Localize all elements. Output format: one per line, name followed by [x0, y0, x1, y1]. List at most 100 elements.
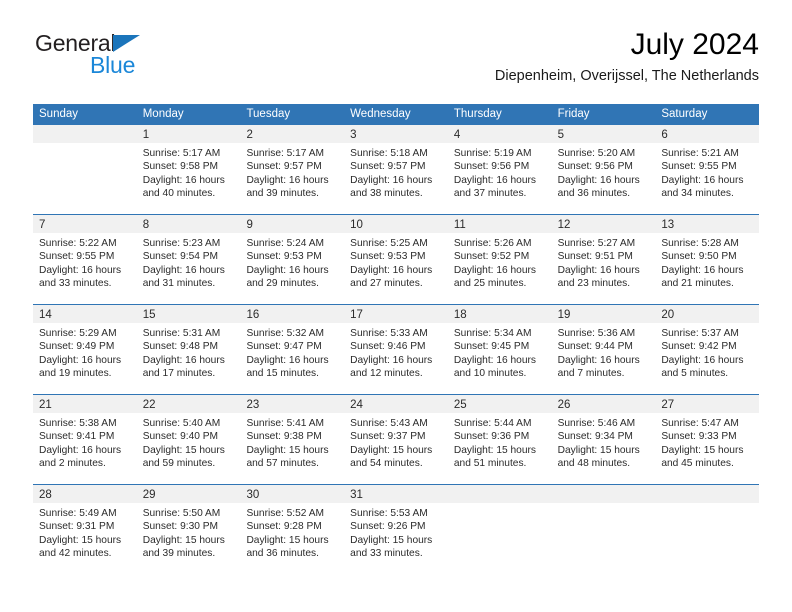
- day-number-band: 14: [33, 305, 137, 323]
- day-detail-line: and 7 minutes.: [557, 368, 625, 380]
- day-detail-line: and 54 minutes.: [350, 458, 423, 470]
- day-cell[interactable]: 25 Sunrise: 5:44 AM Sunset: 9:36 PM Dayligh…: [447, 395, 552, 484]
- day-detail-line: Sunset: 9:54 PM: [142, 251, 219, 263]
- day-cell[interactable]: 30 Sunrise: 5:52 AM Sunset: 9:28 PM Dayligh…: [240, 485, 345, 574]
- weekday-header-monday: Monday: [142, 108, 184, 120]
- day-detail-line: and 23 minutes.: [557, 278, 631, 290]
- day-number-band: 11: [447, 215, 552, 233]
- day-cell[interactable]: 18 Sunrise: 5:34 AM Sunset: 9:45 PM Dayligh…: [447, 305, 552, 394]
- day-cell[interactable]: 1 Sunrise: 5:17 AM Sunset: 9:58 PM Daylight…: [136, 125, 241, 214]
- day-detail-line: and 45 minutes.: [661, 458, 734, 470]
- day-cell[interactable]: 19 Sunrise: 5:36 AM Sunset: 9:44 PM Dayligh…: [551, 305, 656, 394]
- day-cell[interactable]: 20 Sunrise: 5:37 AM Sunset: 9:42 PM Dayligh…: [655, 305, 760, 394]
- day-cell[interactable]: 24 Sunrise: 5:43 AM Sunset: 9:37 PM Dayligh…: [344, 395, 448, 484]
- day-detail-line: and 19 minutes.: [39, 368, 112, 380]
- day-cell[interactable]: 4 Sunrise: 5:19 AM Sunset: 9:56 PM Daylight…: [447, 125, 552, 214]
- day-number: 17: [350, 309, 363, 321]
- day-detail-line: Daylight: 16 hours: [246, 264, 329, 276]
- day-details: Sunrise: 5:36 AM Sunset: 9:44 PM Daylight:…: [552, 323, 656, 381]
- day-number: 15: [142, 309, 156, 321]
- day-detail-line: and 59 minutes.: [142, 458, 216, 470]
- day-detail-line: Sunrise: 5:46 AM: [557, 418, 636, 429]
- day-cell[interactable]: 12 Sunrise: 5:27 AM Sunset: 9:51 PM Dayligh…: [551, 215, 656, 304]
- day-detail-line: and 17 minutes.: [142, 368, 216, 380]
- day-detail-line: Daylight: 16 hours: [557, 264, 640, 276]
- day-cell[interactable]: 9 Sunrise: 5:24 AM Sunset: 9:53 PM Daylight…: [240, 215, 345, 304]
- day-cell[interactable]: 7 Sunrise: 5:22 AM Sunset: 9:55 PM Daylight…: [33, 215, 137, 304]
- day-cell[interactable]: 13 Sunrise: 5:28 AM Sunset: 9:50 PM Dayligh…: [655, 215, 760, 304]
- day-details: Sunrise: 5:22 AM Sunset: 9:55 PM Daylight:…: [33, 233, 137, 291]
- day-detail-line: and 25 minutes.: [453, 278, 527, 290]
- day-cell[interactable]: 22 Sunrise: 5:40 AM Sunset: 9:40 PM Dayligh…: [136, 395, 241, 484]
- day-number: 14: [39, 309, 52, 321]
- day-detail-line: Sunrise: 5:31 AM: [142, 328, 221, 339]
- day-detail-line: Daylight: 16 hours: [246, 354, 329, 366]
- day-detail-line: and 31 minutes.: [142, 278, 216, 290]
- day-detail-line: Sunrise: 5:50 AM: [142, 508, 221, 519]
- day-number: 1: [142, 129, 150, 141]
- day-number-band: 19: [551, 305, 656, 323]
- day-cell[interactable]: 15 Sunrise: 5:31 AM Sunset: 9:48 PM Dayligh…: [136, 305, 241, 394]
- day-detail-line: Sunset: 9:45 PM: [453, 341, 530, 353]
- day-detail-line: and 27 minutes.: [350, 278, 423, 290]
- day-cell-empty: [33, 125, 137, 214]
- day-detail-line: and 2 minutes.: [39, 458, 106, 470]
- day-cell[interactable]: 21 Sunrise: 5:38 AM Sunset: 9:41 PM Dayligh…: [33, 395, 137, 484]
- day-number-band: 27: [655, 395, 760, 413]
- day-detail-line: Daylight: 16 hours: [661, 354, 744, 366]
- calendar-weeks: 1 Sunrise: 5:17 AM Sunset: 9:58 PM Daylight…: [33, 125, 760, 574]
- calendar-week-row: 21 Sunrise: 5:38 AM Sunset: 9:41 PM Dayligh…: [33, 394, 760, 484]
- calendar-grid: Sunday Monday Tuesday Wednesday Thursday Frid…: [33, 104, 760, 574]
- day-detail-line: Daylight: 15 hours: [246, 444, 329, 456]
- day-details: Sunrise: 5:31 AM Sunset: 9:48 PM Daylight:…: [137, 323, 241, 381]
- day-detail-line: Daylight: 16 hours: [453, 264, 536, 276]
- day-detail-line: Sunrise: 5:23 AM: [142, 238, 221, 249]
- day-detail-line: Sunset: 9:38 PM: [246, 431, 322, 443]
- day-number-band: [551, 485, 656, 503]
- day-cell[interactable]: 26 Sunrise: 5:46 AM Sunset: 9:34 PM Dayligh…: [551, 395, 656, 484]
- day-cell[interactable]: 6 Sunrise: 5:21 AM Sunset: 9:55 PM Daylight…: [655, 125, 760, 214]
- day-cell[interactable]: 10 Sunrise: 5:25 AM Sunset: 9:53 PM Dayligh…: [344, 215, 448, 304]
- day-cell[interactable]: 29 Sunrise: 5:50 AM Sunset: 9:30 PM Dayligh…: [136, 485, 241, 574]
- day-detail-line: and 34 minutes.: [661, 188, 734, 200]
- day-cell[interactable]: 27 Sunrise: 5:47 AM Sunset: 9:33 PM Dayligh…: [655, 395, 760, 484]
- day-cell[interactable]: 11 Sunrise: 5:26 AM Sunset: 9:52 PM Dayligh…: [447, 215, 552, 304]
- day-number-band: 2: [240, 125, 345, 143]
- day-cell[interactable]: 8 Sunrise: 5:23 AM Sunset: 9:54 PM Daylight…: [136, 215, 241, 304]
- day-details: Sunrise: 5:53 AM Sunset: 9:26 PM Daylight:…: [344, 503, 448, 561]
- day-details: Sunrise: 5:32 AM Sunset: 9:47 PM Daylight:…: [240, 323, 344, 381]
- day-cell[interactable]: 2 Sunrise: 5:17 AM Sunset: 9:57 PM Daylight…: [240, 125, 345, 214]
- day-detail-line: and 33 minutes.: [39, 278, 112, 290]
- weekday-header-row: Sunday Monday Tuesday Wednesday Thursday Frid…: [33, 104, 759, 125]
- day-number-band: 15: [136, 305, 241, 323]
- day-cell[interactable]: 23 Sunrise: 5:41 AM Sunset: 9:38 PM Dayligh…: [240, 395, 345, 484]
- day-cell[interactable]: 14 Sunrise: 5:29 AM Sunset: 9:49 PM Dayligh…: [33, 305, 137, 394]
- day-number-band: 30: [240, 485, 345, 503]
- day-number: 8: [142, 219, 150, 231]
- day-number: 30: [246, 489, 260, 501]
- day-cell[interactable]: 17 Sunrise: 5:33 AM Sunset: 9:46 PM Dayligh…: [344, 305, 448, 394]
- day-details: Sunrise: 5:50 AM Sunset: 9:30 PM Daylight:…: [137, 503, 241, 561]
- day-detail-line: and 36 minutes.: [246, 548, 319, 560]
- day-cell-empty: [551, 485, 656, 574]
- day-cell[interactable]: 16 Sunrise: 5:32 AM Sunset: 9:47 PM Dayligh…: [240, 305, 345, 394]
- day-detail-line: Sunrise: 5:41 AM: [246, 418, 325, 429]
- day-cell[interactable]: 28 Sunrise: 5:49 AM Sunset: 9:31 PM Dayligh…: [33, 485, 137, 574]
- day-detail-line: Daylight: 15 hours: [350, 444, 433, 456]
- day-cell[interactable]: 31 Sunrise: 5:53 AM Sunset: 9:26 PM Dayligh…: [344, 485, 448, 574]
- day-number: 20: [661, 309, 675, 321]
- day-detail-line: Daylight: 15 hours: [39, 534, 122, 546]
- page-subtitle: Diepenheim, Overijssel, The Netherlands: [494, 67, 759, 84]
- day-cell[interactable]: 3 Sunrise: 5:18 AM Sunset: 9:57 PM Daylight…: [344, 125, 448, 214]
- day-detail-line: Sunset: 9:52 PM: [453, 251, 530, 263]
- day-detail-line: Daylight: 16 hours: [557, 354, 640, 366]
- day-detail-line: Daylight: 16 hours: [142, 354, 225, 366]
- day-cell[interactable]: 5 Sunrise: 5:20 AM Sunset: 9:56 PM Daylight…: [551, 125, 656, 214]
- day-details: Sunrise: 5:46 AM Sunset: 9:34 PM Daylight:…: [552, 413, 656, 471]
- day-number: 5: [557, 129, 564, 141]
- day-number-band: 25: [447, 395, 552, 413]
- day-detail-line: Sunset: 9:28 PM: [246, 521, 322, 533]
- day-number-band: [447, 485, 552, 503]
- day-detail-line: Sunset: 9:57 PM: [246, 161, 322, 173]
- day-detail-line: and 12 minutes.: [350, 368, 423, 380]
